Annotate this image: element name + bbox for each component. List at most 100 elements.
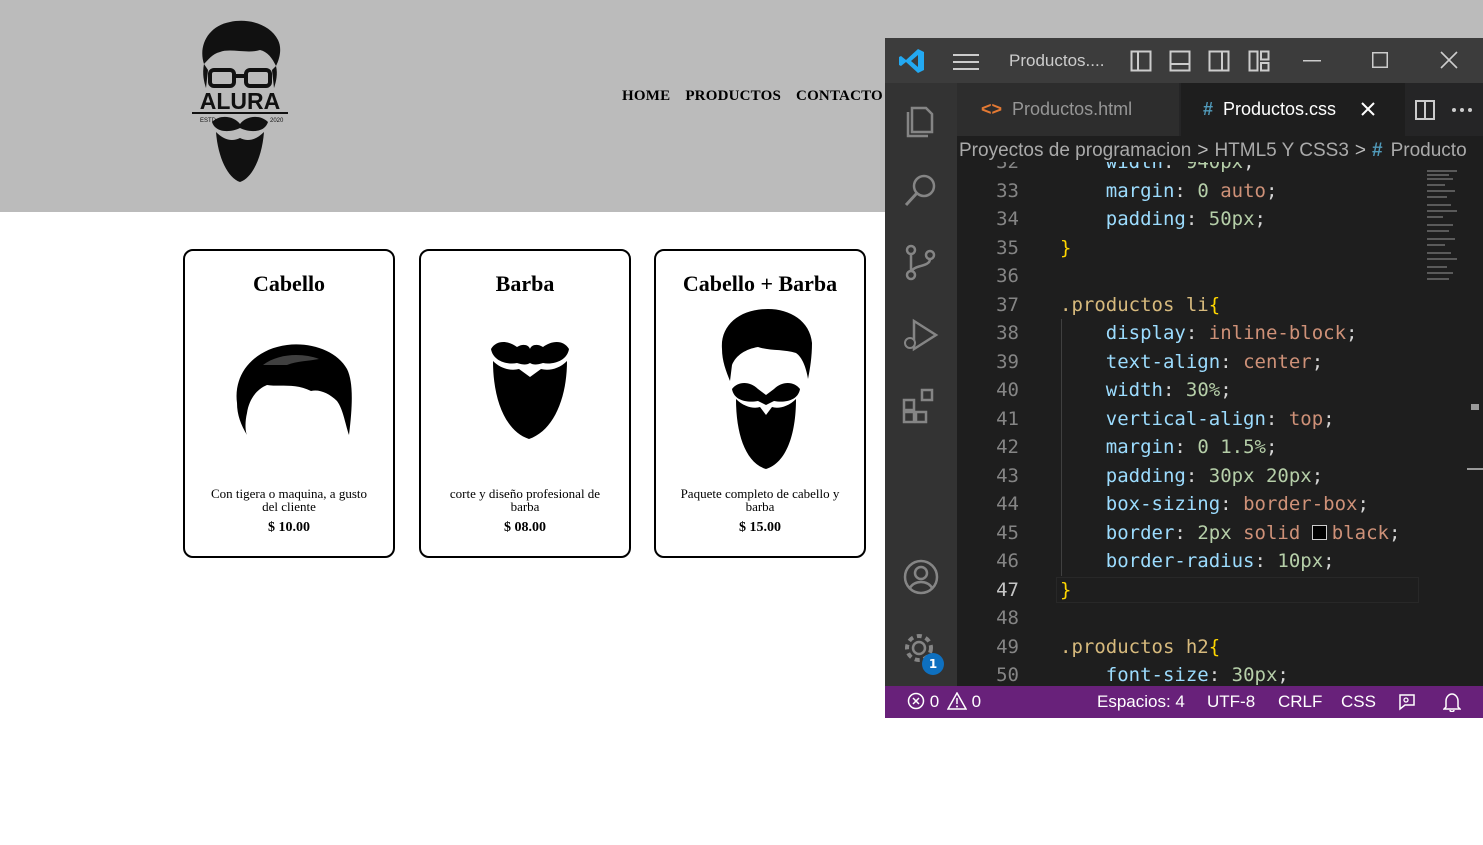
- code-line[interactable]: 34 padding: 50px;: [957, 205, 1419, 233]
- logo-year: 2020: [270, 118, 284, 124]
- alura-logo[interactable]: ALURA ESTD 2020: [190, 18, 290, 184]
- code-line[interactable]: 35}: [957, 234, 1419, 262]
- code-line[interactable]: 36: [957, 262, 1419, 290]
- line-number: 45: [996, 521, 1019, 544]
- main-nav: HOME PRODUCTOS CONTACTO: [622, 88, 898, 105]
- close-tab-icon[interactable]: [1361, 102, 1375, 116]
- minimap[interactable]: [1419, 168, 1483, 686]
- code-text: display: inline-block;: [1105, 322, 1358, 344]
- product-card-barba: Barba corte y diseño profesional de barb…: [419, 249, 631, 558]
- code-line[interactable]: 38 display: inline-block;: [957, 319, 1419, 347]
- source-control-icon[interactable]: [902, 243, 940, 281]
- product-card-cabello-barba: Cabello + Barba Paquete completo de cabe…: [654, 249, 866, 558]
- warning-icon: [946, 691, 968, 710]
- title-bar[interactable]: Productos....: [885, 38, 1483, 83]
- explorer-icon[interactable]: [902, 100, 940, 138]
- line-number: 47: [996, 578, 1019, 601]
- tab-productos-html[interactable]: <> Productos.html: [957, 83, 1179, 136]
- line-number: 39: [996, 350, 1019, 373]
- feedback-icon[interactable]: [1397, 692, 1417, 712]
- line-number: 35: [996, 236, 1019, 259]
- line-number: 42: [996, 436, 1019, 458]
- code-text: padding: 30px 20px;: [1105, 464, 1324, 487]
- product-price: $ 08.00: [504, 520, 546, 535]
- more-actions-icon[interactable]: [1452, 108, 1472, 112]
- code-line[interactable]: 50 font-size: 30px;: [957, 661, 1419, 686]
- hair-icon: [236, 344, 352, 435]
- customize-layout-icon[interactable]: [1248, 50, 1270, 72]
- code-line[interactable]: 41 vertical-align: top;: [957, 405, 1419, 433]
- notifications-bell-icon[interactable]: [1443, 692, 1461, 712]
- line-number: 46: [996, 550, 1019, 572]
- code-line[interactable]: 39 text-align: center;: [957, 348, 1419, 376]
- line-number: 40: [996, 379, 1019, 401]
- code-line[interactable]: 49 .productos h2{: [957, 633, 1419, 661]
- accounts-icon[interactable]: [902, 558, 940, 596]
- logo-text: ALURA: [200, 88, 281, 114]
- extensions-icon[interactable]: [902, 386, 940, 424]
- code-text: .productos li{: [1060, 293, 1221, 316]
- line-number: 33: [996, 179, 1019, 202]
- toggle-secondary-sidebar-icon[interactable]: [1208, 50, 1230, 72]
- menu-icon[interactable]: [953, 53, 979, 71]
- eol-indicator[interactable]: CRLF: [1278, 692, 1322, 712]
- breadcrumb-item[interactable]: HTML5 Y CSS3: [1214, 140, 1348, 161]
- code-line[interactable]: 33 margin: 0 auto;: [957, 177, 1419, 205]
- current-line-highlight: [1056, 576, 1419, 603]
- product-price: $ 10.00: [268, 520, 310, 535]
- maximize-icon[interactable]: [1372, 52, 1388, 68]
- tab-productos-css[interactable]: # Productos.css: [1181, 83, 1405, 136]
- code-line[interactable]: 32 width: 940px;: [957, 162, 1419, 176]
- code-line[interactable]: 47}: [957, 576, 1419, 604]
- breadcrumb-item[interactable]: Producto: [1391, 140, 1467, 161]
- minimize-icon[interactable]: [1303, 60, 1321, 62]
- line-number: 34: [996, 208, 1019, 230]
- nav-productos-link[interactable]: PRODUCTOS: [685, 88, 781, 105]
- encoding-indicator[interactable]: UTF-8: [1207, 692, 1255, 712]
- line-number: 50: [996, 664, 1019, 686]
- chevron-right-icon: >: [1197, 140, 1209, 161]
- code-line[interactable]: 44 box-sizing: border-box;: [957, 490, 1419, 518]
- code-line[interactable]: 40 width: 30%;: [957, 376, 1419, 404]
- activity-bar: 1: [885, 83, 957, 686]
- line-number: 44: [996, 493, 1019, 515]
- hair-beard-icon: [721, 309, 812, 469]
- code-line[interactable]: 43 padding: 30px 20px;: [957, 462, 1419, 490]
- close-icon[interactable]: [1440, 51, 1458, 69]
- split-editor-icon[interactable]: [1415, 100, 1435, 120]
- toggle-primary-sidebar-icon[interactable]: [1130, 50, 1152, 72]
- search-icon[interactable]: [902, 171, 940, 209]
- warning-count: 0: [971, 692, 982, 711]
- line-number: 48: [996, 607, 1019, 629]
- indentation-indicator[interactable]: Espacios: 4: [1097, 692, 1185, 712]
- code-line[interactable]: 48: [957, 604, 1419, 632]
- line-number: 36: [996, 265, 1019, 287]
- problems-indicator[interactable]: 0 0: [907, 691, 982, 712]
- line-number: 41: [996, 407, 1019, 430]
- code-text: box-sizing: border-box;: [1105, 493, 1369, 515]
- line-number: 32: [996, 162, 1019, 173]
- window-title: Productos....: [1009, 51, 1105, 70]
- code-line[interactable]: 46 border-radius: 10px;: [957, 547, 1419, 575]
- product-title: Cabello: [252, 271, 326, 296]
- product-description: Con tigera o maquina, a gusto del client…: [211, 486, 367, 514]
- code-text: text-align: center;: [1105, 350, 1324, 373]
- vscode-window: Productos.... 1 <> Productos.html # Produc…: [885, 38, 1483, 718]
- code-line[interactable]: 37 .productos li{: [957, 291, 1419, 319]
- indent-guide: [1061, 319, 1062, 576]
- nav-contacto-link[interactable]: CONTACTO: [796, 88, 883, 105]
- tab-label: Productos.css: [1223, 99, 1337, 119]
- run-debug-icon[interactable]: [902, 315, 940, 353]
- line-number: 49: [996, 635, 1019, 658]
- code-editor[interactable]: 32 width: 940px; 33 margin: 0 auto; 34 pad…: [957, 162, 1419, 686]
- language-mode-indicator[interactable]: CSS: [1341, 692, 1376, 712]
- nav-home-link[interactable]: HOME: [622, 88, 670, 105]
- toggle-panel-icon[interactable]: [1169, 50, 1191, 72]
- product-price: $ 15.00: [739, 520, 781, 535]
- status-bar: 0 0 Espacios: 4 UTF-8 CRLF CSS: [885, 686, 1483, 718]
- breadcrumb-item[interactable]: Proyectos de programacion: [959, 140, 1191, 161]
- code-line[interactable]: 42 margin: 0 1.5%;: [957, 433, 1419, 461]
- chevron-right-icon: >: [1354, 140, 1367, 161]
- product-title: Cabello + Barba: [682, 271, 838, 296]
- code-line[interactable]: 45 border: 2px solid black;: [957, 519, 1419, 547]
